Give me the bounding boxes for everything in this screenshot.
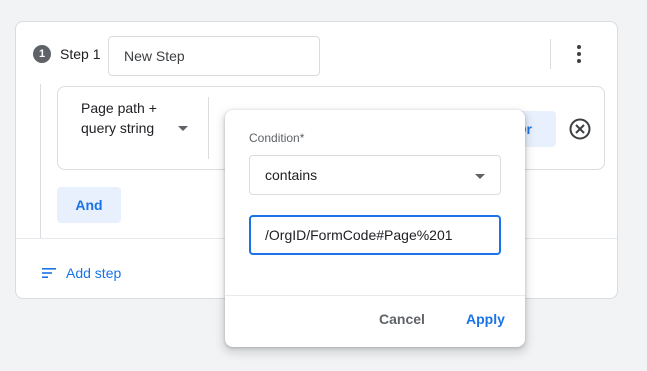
step-number-badge: 1 [33, 45, 51, 63]
apply-button[interactable]: Apply [466, 311, 505, 327]
popup-divider [225, 295, 525, 296]
condition-popup: Condition* contains Cancel Apply [225, 110, 525, 347]
chevron-down-icon [178, 126, 188, 131]
step-name-input[interactable] [108, 36, 320, 76]
condition-value-input[interactable] [249, 215, 501, 255]
match-type-select[interactable]: contains [249, 155, 501, 195]
chevron-down-icon [475, 174, 485, 179]
header-divider [550, 39, 551, 69]
cancel-button[interactable]: Cancel [379, 311, 425, 327]
step-label: Step 1 [60, 46, 101, 62]
add-step-button[interactable]: Add step [40, 264, 121, 282]
and-button[interactable]: And [57, 187, 121, 223]
sort-lines-icon [42, 268, 56, 278]
add-step-label: Add step [66, 265, 122, 281]
condition-label: Condition* [249, 131, 305, 145]
dimension-select[interactable]: Page path + query string [81, 98, 191, 138]
step-connector-line [40, 84, 41, 238]
condition-divider [208, 97, 209, 159]
close-circle-icon[interactable] [569, 118, 591, 140]
match-type-value: contains [265, 167, 318, 183]
more-vert-icon[interactable] [568, 42, 590, 66]
